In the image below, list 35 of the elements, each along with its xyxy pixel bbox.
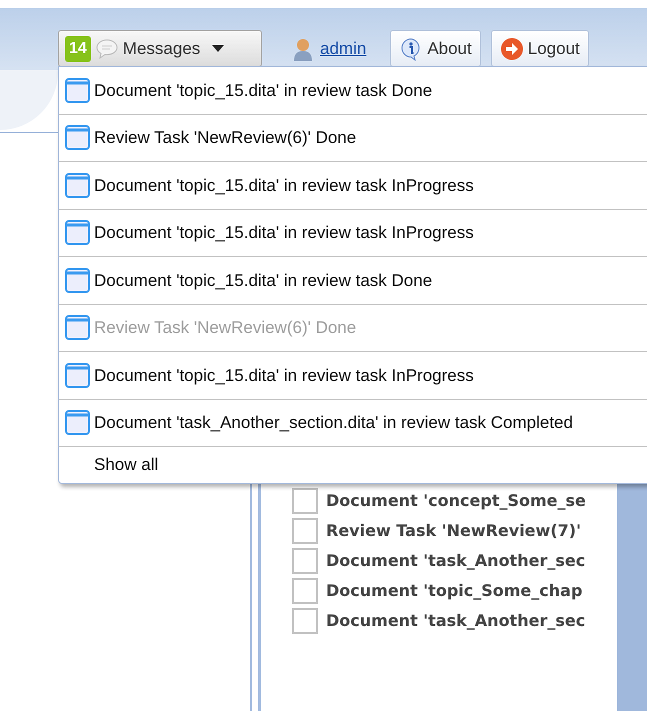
window-icon [65, 410, 90, 436]
checkbox[interactable] [292, 548, 318, 574]
message-item[interactable]: Document 'topic_15.dita' in review task InProgress [59, 352, 647, 400]
message-item[interactable]: Document 'topic_15.dita' in review task Done [59, 67, 647, 114]
message-item[interactable]: Document 'topic_15.dita' in review task InProgress [59, 162, 647, 210]
show-all-link[interactable]: Show all [59, 447, 647, 483]
checkbox[interactable] [292, 578, 318, 604]
checkbox[interactable] [292, 608, 318, 634]
window-icon [65, 268, 90, 293]
speech-bubble-icon [94, 36, 119, 60]
user-icon [292, 36, 314, 60]
window-icon [65, 315, 90, 340]
window-icon [65, 362, 90, 388]
task-label: Document 'task_Another_sec [326, 610, 586, 632]
message-item[interactable]: Document 'task_Another_section.dita' in review task Completed [59, 400, 647, 447]
about-button[interactable]: About [390, 30, 481, 67]
task-label: Document 'concept_Some_se [326, 490, 586, 512]
checkbox[interactable] [292, 488, 318, 514]
window-icon [65, 172, 90, 198]
user-link[interactable]: admin [320, 36, 366, 62]
task-label: Review Task 'NewReview(7)' [326, 520, 581, 542]
window-icon [65, 125, 90, 150]
checkbox[interactable] [292, 518, 318, 544]
logout-button[interactable]: Logout [490, 30, 589, 67]
window-icon [65, 78, 90, 103]
message-item[interactable]: Document 'topic_15.dita' in review task InProgress [59, 210, 647, 257]
caret-icon [212, 44, 224, 52]
window-icon [65, 220, 90, 246]
message-item[interactable]: Review Task 'NewReview(6)' Done [59, 114, 647, 162]
background-shape [0, 70, 58, 130]
task-label: Document 'topic_Some_chap [326, 580, 582, 602]
task-label: Document 'task_Another_sec [326, 550, 586, 572]
message-count-badge: 14 [65, 36, 91, 62]
message-item[interactable]: Document 'topic_15.dita' in review task Done [59, 257, 647, 304]
messages-button[interactable]: 14 Messages [58, 30, 262, 67]
